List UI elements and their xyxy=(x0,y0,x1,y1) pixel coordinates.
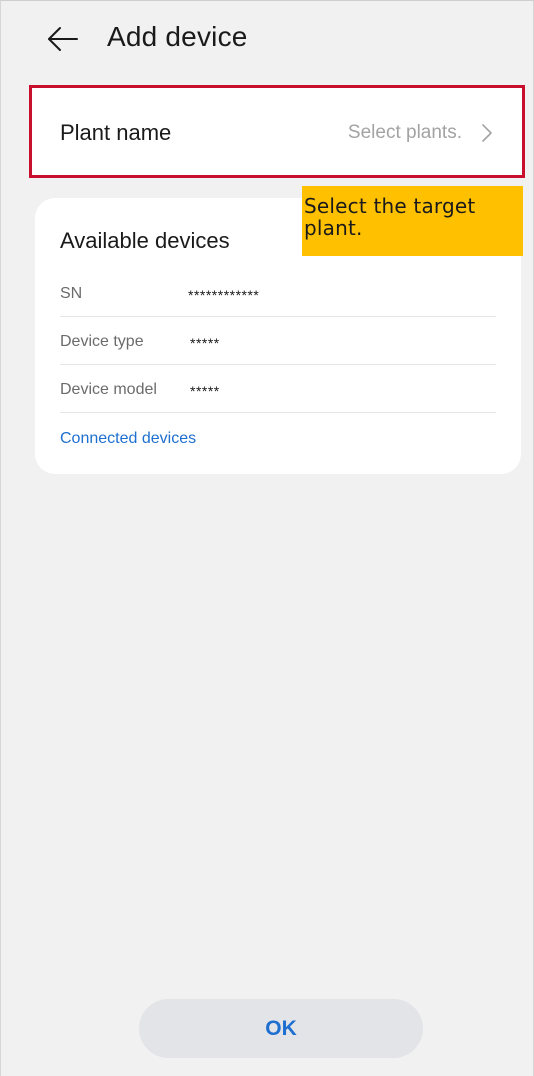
ok-button[interactable]: OK xyxy=(139,999,423,1058)
add-device-screen: Add device Plant name Select plants. Ava… xyxy=(0,0,534,1076)
arrow-left-icon xyxy=(48,27,78,51)
plant-name-selector[interactable]: Plant name Select plants. xyxy=(29,85,525,178)
device-model-label: Device model xyxy=(60,381,157,398)
chevron-right-icon xyxy=(480,122,494,144)
sn-label: SN xyxy=(60,285,83,302)
available-devices-heading: Available devices xyxy=(60,228,230,253)
header: Add device xyxy=(1,1,533,79)
sn-value: ************ xyxy=(188,287,260,303)
plant-name-label: Plant name xyxy=(60,120,172,145)
device-type-value: ***** xyxy=(190,335,220,351)
plant-select-placeholder: Select plants. xyxy=(347,122,462,143)
device-row-type: Device type ***** xyxy=(60,317,496,365)
connected-devices-link[interactable]: Connected devices xyxy=(60,430,196,448)
page-title: Add device xyxy=(107,21,248,52)
device-model-value: ***** xyxy=(190,383,220,399)
device-row-model: Device model ***** xyxy=(60,365,496,413)
device-type-label: Device type xyxy=(60,333,144,350)
device-row-sn: SN ************ xyxy=(60,269,496,317)
select-plant-tooltip: Select the target plant. xyxy=(302,186,523,256)
back-button[interactable] xyxy=(43,19,83,59)
